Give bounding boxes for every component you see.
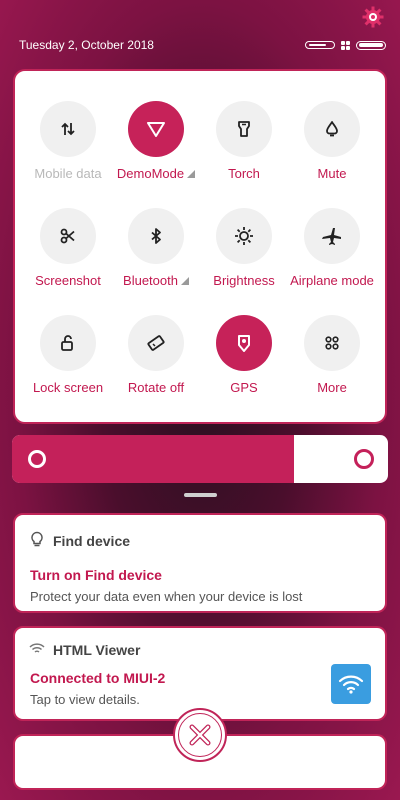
notification-html-viewer[interactable]: HTML Viewer Connected to MIUI-2 Tap to v… xyxy=(13,626,387,721)
quick-settings-panel: Mobile data DemoMode Torch Mute Screensh… xyxy=(13,69,387,424)
notification-body: Protect your data even when your device … xyxy=(30,589,303,604)
tile-label: Mobile data xyxy=(34,166,102,181)
brightness-slider-fill xyxy=(12,435,294,483)
tile-mobile-data[interactable]: Mobile data xyxy=(24,101,112,181)
tile-airplane-mode[interactable]: Airplane mode xyxy=(288,208,376,288)
rotate-icon xyxy=(128,315,184,371)
status-bar: Tuesday 2, October 2018 xyxy=(0,0,400,62)
signal-corner-icon xyxy=(180,277,189,285)
notification-app-name: Find device xyxy=(53,532,131,549)
tile-label: Lock screen xyxy=(32,380,104,395)
battery-icon xyxy=(356,40,386,50)
torch-icon xyxy=(216,101,272,157)
tile-gps[interactable]: GPS xyxy=(200,315,288,395)
tile-bluetooth[interactable]: Bluetooth xyxy=(112,208,200,288)
status-icons xyxy=(305,39,386,51)
tile-mute[interactable]: Mute xyxy=(288,101,376,181)
tile-label: Airplane mode xyxy=(290,273,374,288)
mobile-data-icon xyxy=(40,101,96,157)
tile-lock-screen[interactable]: Lock screen xyxy=(24,315,112,395)
close-icon xyxy=(189,724,211,746)
brightness-low-icon xyxy=(28,450,46,468)
location-bulb-icon xyxy=(29,531,45,550)
clear-all-ring xyxy=(178,713,222,757)
location-pin-icon xyxy=(216,315,272,371)
settings-gear-icon[interactable] xyxy=(362,6,384,28)
tile-label: DemoMode xyxy=(116,166,185,181)
tile-label: Bluetooth xyxy=(123,273,178,288)
bluetooth-icon xyxy=(128,208,184,264)
notification-app-row: HTML Viewer xyxy=(29,641,140,658)
tile-torch[interactable]: Torch xyxy=(200,101,288,181)
tile-brightness[interactable]: Brightness xyxy=(200,208,288,288)
brightness-slider[interactable] xyxy=(12,435,388,483)
tile-demo-mode[interactable]: DemoMode xyxy=(112,101,200,181)
signal-triangle-icon xyxy=(128,101,184,157)
bell-icon xyxy=(304,101,360,157)
grid-icon xyxy=(341,40,350,50)
toggle-pill-icon xyxy=(305,41,335,49)
tile-rotate-off[interactable]: Rotate off xyxy=(112,315,200,395)
notification-title: Turn on Find device xyxy=(30,567,162,583)
tile-screenshot[interactable]: Screenshot xyxy=(24,208,112,288)
signal-corner-icon xyxy=(187,170,196,178)
tile-label: Brightness xyxy=(213,273,275,288)
more-dots-icon xyxy=(304,315,360,371)
tile-label: GPS xyxy=(230,380,258,395)
tile-more[interactable]: More xyxy=(288,315,376,395)
panel-drag-handle[interactable] xyxy=(184,493,217,497)
lock-icon xyxy=(40,315,96,371)
notification-app-row: Find device xyxy=(29,531,130,550)
notification-body: Tap to view details. xyxy=(30,692,140,707)
sun-icon xyxy=(216,208,272,264)
tile-label: Mute xyxy=(317,166,347,181)
tile-label: Screenshot xyxy=(35,273,101,288)
tile-label: Torch xyxy=(228,166,260,181)
brightness-high-icon xyxy=(354,449,374,469)
wifi-eye-icon xyxy=(29,641,45,658)
airplane-icon xyxy=(304,208,360,264)
clear-all-button[interactable] xyxy=(173,708,227,762)
notification-app-name: HTML Viewer xyxy=(53,641,141,658)
scissors-icon xyxy=(40,208,96,264)
tile-label-wrap: DemoMode xyxy=(112,166,200,181)
notification-title: Connected to MIUI-2 xyxy=(30,670,166,686)
tile-label: Rotate off xyxy=(127,380,185,395)
tile-label: More xyxy=(317,380,347,395)
wifi-icon xyxy=(331,664,371,704)
date-text: Tuesday 2, October 2018 xyxy=(19,38,154,52)
tile-label-wrap: Bluetooth xyxy=(112,273,200,288)
notification-find-device[interactable]: Find device Turn on Find device Protect … xyxy=(13,513,387,613)
